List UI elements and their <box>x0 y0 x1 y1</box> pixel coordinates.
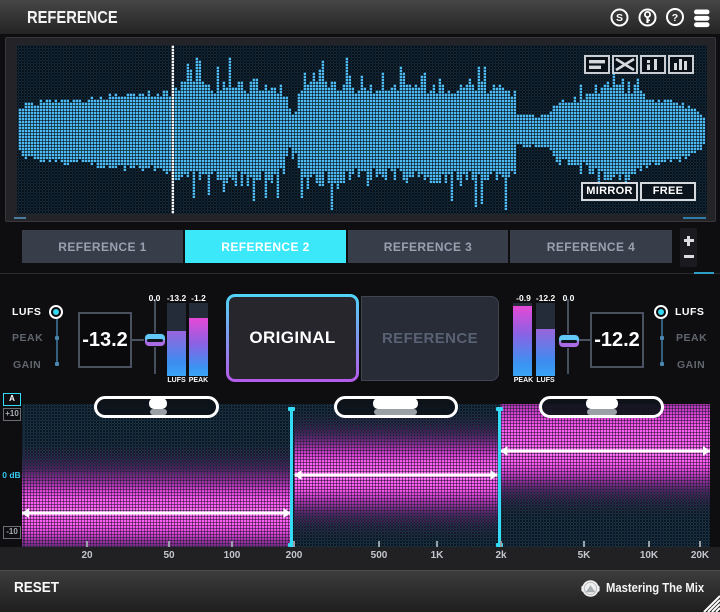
svg-text:?: ? <box>672 12 678 24</box>
svg-text:S: S <box>616 12 623 24</box>
